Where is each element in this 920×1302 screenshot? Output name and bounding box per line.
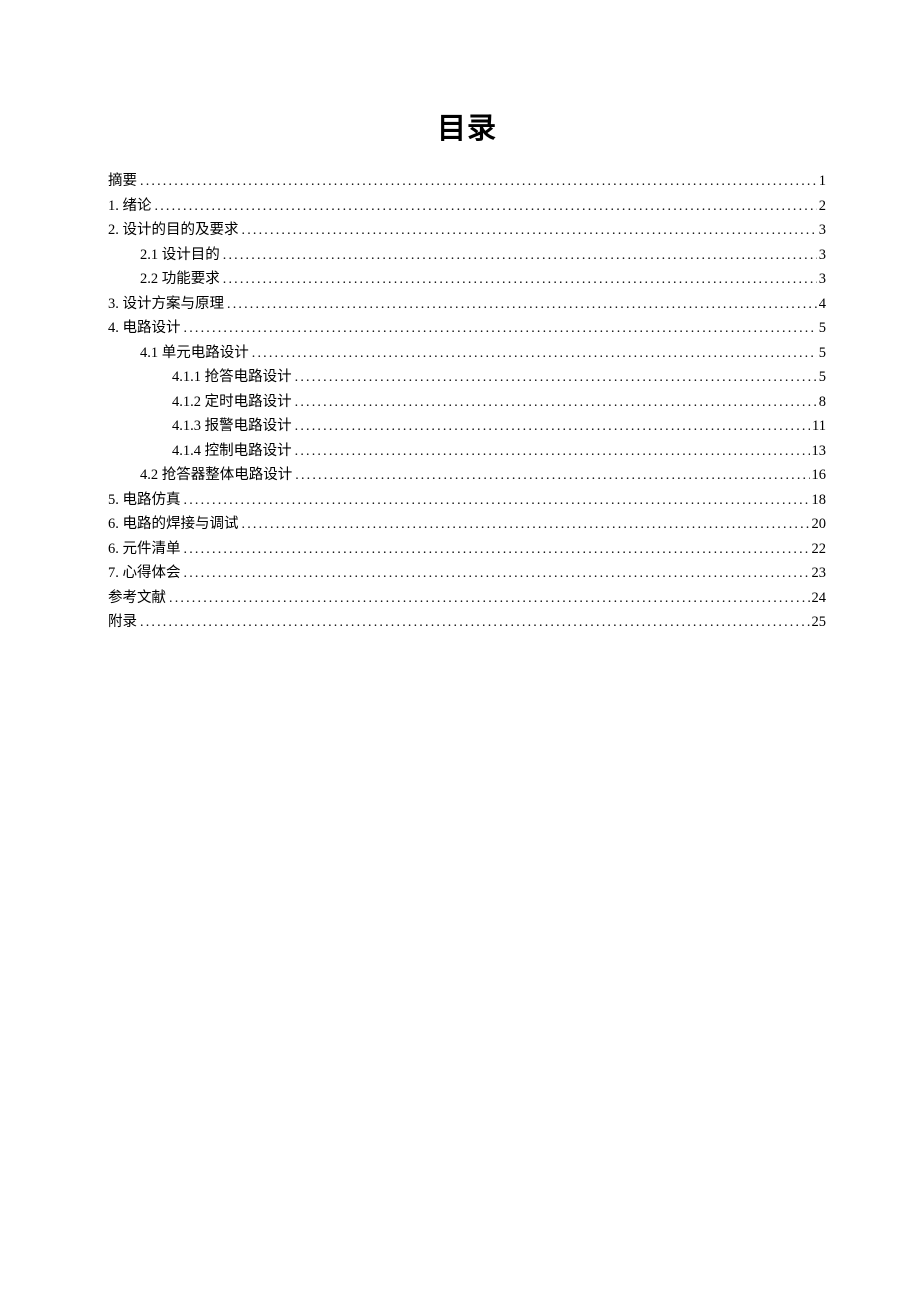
toc-dot-leader [251, 342, 817, 366]
toc-page: 目录 摘要11. 绪论22. 设计的目的及要求32.1 设计目的32.2 功能要… [108, 105, 826, 635]
toc-entry: 4.2 抢答器整体电路设计 16 [108, 463, 826, 488]
toc-dot-leader [241, 513, 810, 537]
toc-entry-page: 18 [810, 488, 827, 512]
toc-entry: 2.2 功能要求 3 [108, 267, 826, 292]
toc-entry: 7. 心得体会 23 [108, 561, 826, 586]
toc-entry-label: 3. 设计方案与原理 [108, 292, 226, 316]
toc-entry-page: 3 [817, 243, 826, 267]
toc-entry-page: 3 [817, 218, 826, 242]
toc-entry-label: 4.1.1 抢答电路设计 [172, 365, 294, 389]
toc-entry-page: 3 [817, 267, 826, 291]
toc-entry-page: 5 [817, 316, 826, 340]
toc-dot-leader [183, 317, 817, 341]
toc-entry-page: 22 [810, 537, 827, 561]
toc-entry-label: 6. 元件清单 [108, 537, 183, 561]
toc-entry-page: 23 [810, 561, 827, 585]
toc-entry-page: 1 [817, 169, 826, 193]
toc-dot-leader [139, 611, 810, 635]
toc-entry-page: 11 [810, 414, 826, 438]
toc-entry-page: 2 [817, 194, 826, 218]
toc-dot-leader [294, 440, 810, 464]
toc-entry-label: 4.1.4 控制电路设计 [172, 439, 294, 463]
toc-entry-page: 24 [810, 586, 827, 610]
toc-entry: 4.1.3 报警电路设计 11 [108, 414, 826, 439]
toc-dot-leader [183, 538, 810, 562]
toc-entry-page: 16 [810, 463, 827, 487]
toc-entry-label: 2.1 设计目的 [140, 243, 222, 267]
toc-dot-leader [294, 391, 817, 415]
toc-entry-page: 25 [810, 610, 827, 634]
toc-entry-label: 附录 [108, 610, 139, 634]
toc-entry: 参考文献 24 [108, 586, 826, 611]
toc-entry-label: 4. 电路设计 [108, 316, 183, 340]
toc-entry-page: 13 [810, 439, 827, 463]
toc-entry: 摘要 1 [108, 169, 826, 194]
toc-dot-leader [154, 195, 817, 219]
toc-entry: 6. 电路的焊接与调试 20 [108, 512, 826, 537]
toc-dot-leader [241, 219, 817, 243]
toc-entry-label: 2. 设计的目的及要求 [108, 218, 241, 242]
toc-entry-label: 1. 绪论 [108, 194, 154, 218]
toc-entry-page: 4 [817, 292, 826, 316]
toc-entry-label: 4.1.2 定时电路设计 [172, 390, 294, 414]
toc-dot-leader [139, 170, 817, 194]
toc-entry: 6. 元件清单 22 [108, 537, 826, 562]
toc-entry-page: 8 [817, 390, 826, 414]
toc-title: 目录 [108, 105, 826, 147]
toc-dot-leader [294, 366, 817, 390]
toc-entry: 4.1.2 定时电路设计 8 [108, 390, 826, 415]
toc-entry-label: 4.1 单元电路设计 [140, 341, 251, 365]
toc-entry: 4.1.1 抢答电路设计 5 [108, 365, 826, 390]
toc-entry: 2.1 设计目的 3 [108, 243, 826, 268]
toc-dot-leader [294, 464, 809, 488]
toc-entry-label: 摘要 [108, 169, 139, 193]
toc-entry-page: 5 [817, 341, 826, 365]
toc-entry-label: 4.1.3 报警电路设计 [172, 414, 294, 438]
toc-entry-label: 4.2 抢答器整体电路设计 [140, 463, 294, 487]
toc-dot-leader [168, 587, 810, 611]
toc-entry-label: 参考文献 [108, 586, 168, 610]
toc-dot-leader [222, 268, 817, 292]
toc-entry-page: 20 [810, 512, 827, 536]
toc-dot-leader [222, 244, 817, 268]
toc-dot-leader [226, 293, 817, 317]
toc-entry: 4.1 单元电路设计 5 [108, 341, 826, 366]
toc-entry-label: 6. 电路的焊接与调试 [108, 512, 241, 536]
toc-entry: 2. 设计的目的及要求 3 [108, 218, 826, 243]
toc-dot-leader [183, 489, 810, 513]
toc-entry-label: 5. 电路仿真 [108, 488, 183, 512]
toc-entry: 4.1.4 控制电路设计 13 [108, 439, 826, 464]
toc-dot-leader [294, 415, 810, 439]
toc-entry: 4. 电路设计 5 [108, 316, 826, 341]
toc-entry: 附录 25 [108, 610, 826, 635]
toc-entry-page: 5 [817, 365, 826, 389]
toc-entry: 5. 电路仿真 18 [108, 488, 826, 513]
toc-entry: 3. 设计方案与原理 4 [108, 292, 826, 317]
toc-entry-label: 7. 心得体会 [108, 561, 183, 585]
toc-entry: 1. 绪论 2 [108, 194, 826, 219]
toc-entry-label: 2.2 功能要求 [140, 267, 222, 291]
toc-list: 摘要11. 绪论22. 设计的目的及要求32.1 设计目的32.2 功能要求33… [108, 169, 826, 635]
toc-dot-leader [183, 562, 810, 586]
